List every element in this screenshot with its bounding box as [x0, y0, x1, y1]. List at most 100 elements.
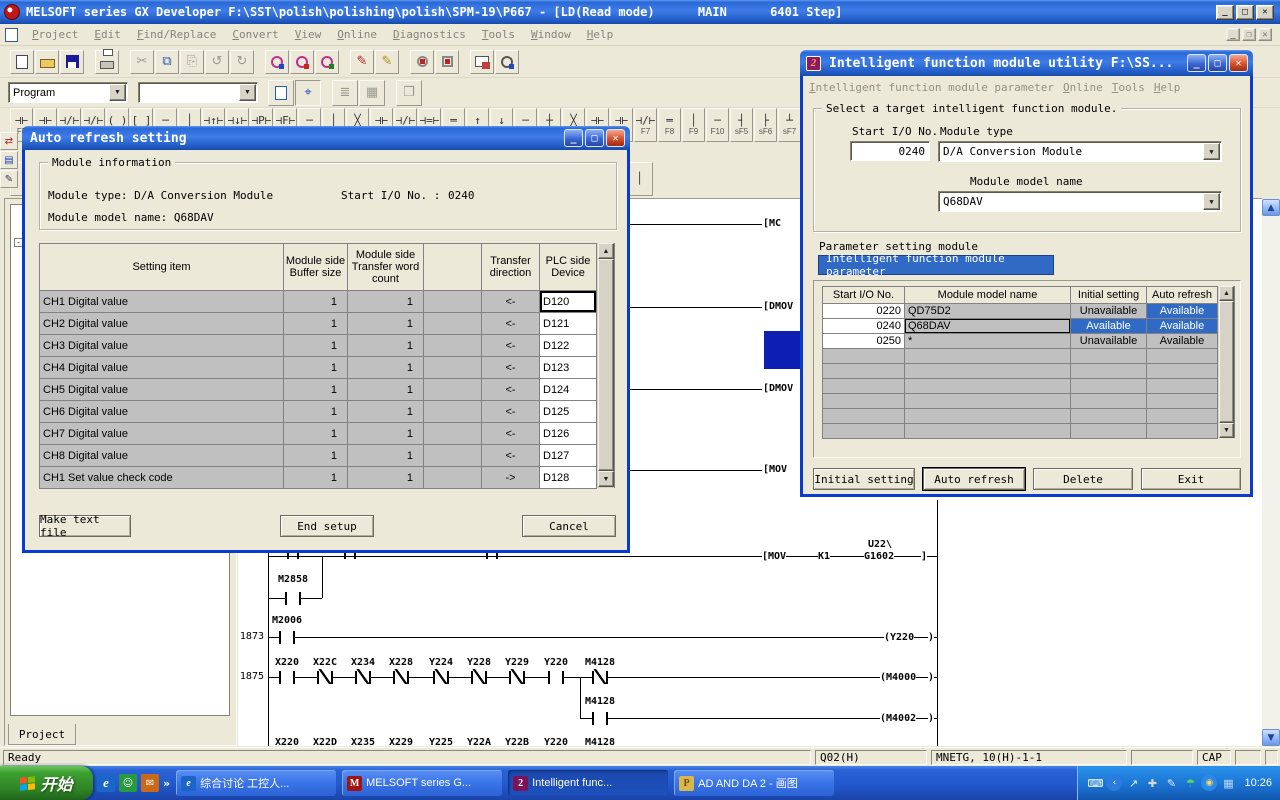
window-find-button[interactable]: [495, 50, 519, 74]
maximize-button[interactable]: □: [1208, 54, 1227, 72]
cell-start-io[interactable]: 0220: [823, 304, 905, 319]
cell-plc-device[interactable]: D128: [540, 467, 597, 489]
save-button[interactable]: [60, 50, 84, 74]
write-mode-button[interactable]: ✎: [350, 50, 374, 74]
cell-start-io[interactable]: 0250: [823, 334, 905, 349]
auto-refresh-dialog-titlebar[interactable]: Auto refresh setting _ □ ✕: [22, 126, 630, 150]
network-icon[interactable]: ▦: [1220, 775, 1236, 791]
arrow-icon[interactable]: ↗: [1125, 775, 1141, 791]
program-combobox[interactable]: Program ▼: [8, 82, 128, 103]
scrollbar-thumb[interactable]: [1219, 301, 1234, 423]
start-button[interactable]: 开始: [0, 766, 93, 800]
minimize-button[interactable]: _: [1187, 54, 1206, 72]
clock[interactable]: 10:26: [1244, 777, 1272, 789]
ladder-symbol-button[interactable]: ═F8: [658, 108, 681, 142]
editor-vertical-scrollbar[interactable]: ▲ ▼: [1262, 199, 1280, 746]
cell-plc-device[interactable]: D123: [540, 357, 597, 379]
zoom-out-button[interactable]: [435, 50, 459, 74]
taskbar-task-melsoft[interactable]: MMELSOFT series G...: [342, 770, 502, 796]
taskbar-task-ie[interactable]: e综合讨论 工控人...: [176, 770, 336, 796]
ladder-symbol-button[interactable]: ┴sF7: [778, 108, 801, 142]
cell-plc-device[interactable]: D126: [540, 423, 597, 445]
messenger-icon[interactable]: ☺: [119, 774, 137, 792]
find-device-button[interactable]: [315, 50, 339, 74]
keyboard-icon[interactable]: ⌨: [1087, 775, 1103, 791]
ladder-symbol-button[interactable]: ⊣/⊢F7: [634, 108, 657, 142]
chevron-down-icon[interactable]: ▼: [1203, 193, 1220, 210]
cell-auto-refresh[interactable]: Available: [1147, 319, 1218, 334]
table-scrollbar[interactable]: ▲ ▼: [1217, 286, 1235, 438]
cell-plc-device[interactable]: D127: [540, 445, 597, 467]
parameter-tab[interactable]: Intelligent function module parameter: [818, 255, 1054, 275]
taskbar-task-paint[interactable]: PAD AND DA 2 - 画图: [674, 770, 834, 796]
cell-initial-setting[interactable]: Available: [1071, 319, 1147, 334]
cell-initial-setting[interactable]: Unavailable: [1071, 334, 1147, 349]
monitor-icon[interactable]: ▤: [0, 151, 18, 169]
main-titlebar[interactable]: MELSOFT series GX Developer F:\SST\polis…: [0, 0, 1280, 24]
delete-button[interactable]: Delete: [1033, 468, 1133, 490]
chevron-down-icon[interactable]: ▼: [109, 84, 126, 101]
mdi-minimize-icon[interactable]: _: [1226, 28, 1240, 41]
ladder-symbol-button[interactable]: │: [626, 162, 653, 196]
copy-button[interactable]: ⧉: [155, 50, 179, 74]
menu-item-findreplace[interactable]: Find/Replace: [129, 28, 224, 41]
undo-button[interactable]: ↺: [205, 50, 229, 74]
comment-display-button[interactable]: [268, 80, 294, 106]
maximize-button[interactable]: □: [1236, 5, 1254, 20]
device-monitor-button[interactable]: ▦: [359, 80, 385, 106]
menu-item-convert[interactable]: Convert: [224, 28, 286, 41]
open-button[interactable]: [35, 50, 59, 74]
ladder-symbol-button[interactable]: ├sF6: [754, 108, 777, 142]
project-tree-button[interactable]: ⌖: [295, 80, 321, 106]
quick-launch-overflow-icon[interactable]: »: [163, 777, 170, 790]
cell-plc-device[interactable]: D120: [540, 291, 597, 313]
exit-button[interactable]: Exit: [1141, 468, 1241, 490]
cell-model-name[interactable]: QD75D2: [905, 304, 1071, 319]
paste-button[interactable]: ⎘: [180, 50, 204, 74]
mdi-close-icon[interactable]: ✕: [1258, 28, 1272, 41]
new-button[interactable]: [10, 50, 34, 74]
globe-icon[interactable]: ◉: [1201, 775, 1217, 791]
scroll-up-icon[interactable]: ▲: [1219, 286, 1234, 301]
menu-item-diagnostics[interactable]: Diagnostics: [385, 28, 474, 41]
ladder-symbol-button[interactable]: ─F10: [706, 108, 729, 142]
menu-item-online[interactable]: Online: [329, 28, 385, 41]
table-scrollbar[interactable]: ▲ ▼: [596, 243, 615, 488]
find-combobox[interactable]: ▼: [138, 82, 258, 103]
utility-menu-item-online[interactable]: Online: [1063, 81, 1112, 94]
scroll-down-icon[interactable]: ▼: [1262, 729, 1280, 746]
cell-model-name[interactable]: Q68DAV: [905, 319, 1071, 334]
scroll-up-icon[interactable]: ▲: [1262, 199, 1280, 216]
cut-button[interactable]: ✂: [130, 50, 154, 74]
menu-item-tools[interactable]: Tools: [474, 28, 523, 41]
window-list-button[interactable]: ❒: [396, 80, 422, 106]
redo-button[interactable]: ↻: [230, 50, 254, 74]
minimize-button[interactable]: _: [564, 129, 583, 147]
minimize-button[interactable]: _: [1216, 5, 1234, 20]
cell-plc-device[interactable]: D122: [540, 335, 597, 357]
utility-menu-item-help[interactable]: Help: [1154, 81, 1190, 94]
language-bar-icon[interactable]: ‹: [1106, 775, 1122, 791]
menu-item-help[interactable]: Help: [579, 28, 622, 41]
model-name-combobox[interactable]: Q68DAV ▼: [938, 191, 1222, 212]
chevron-down-icon[interactable]: ▼: [1203, 143, 1220, 160]
zoom-in-button[interactable]: [410, 50, 434, 74]
transfer-setup-icon[interactable]: ⇄: [0, 132, 18, 150]
make-text-file-button[interactable]: Make text file: [39, 515, 131, 537]
ladder-symbol-button[interactable]: │F9: [682, 108, 705, 142]
menu-item-window[interactable]: Window: [523, 28, 579, 41]
initial-setting-button[interactable]: Initial setting: [813, 468, 915, 490]
mdi-restore-icon[interactable]: ❐: [1242, 28, 1256, 41]
find-button[interactable]: [265, 50, 289, 74]
ladder-monitor-button[interactable]: ≣: [332, 80, 358, 106]
cell-model-name[interactable]: *: [905, 334, 1071, 349]
menu-item-edit[interactable]: Edit: [86, 28, 129, 41]
cell-plc-device[interactable]: D124: [540, 379, 597, 401]
auto-refresh-button[interactable]: Auto refresh: [923, 468, 1025, 490]
cell-initial-setting[interactable]: Unavailable: [1071, 304, 1147, 319]
menu-item-project[interactable]: Project: [24, 28, 86, 41]
module-type-combobox[interactable]: D/A Conversion Module ▼: [938, 141, 1222, 162]
scrollbar-thumb[interactable]: [598, 259, 614, 471]
umbrella-icon[interactable]: ☂: [1182, 775, 1198, 791]
taskbar-task-utility[interactable]: 2Intelligent func...: [508, 770, 668, 796]
